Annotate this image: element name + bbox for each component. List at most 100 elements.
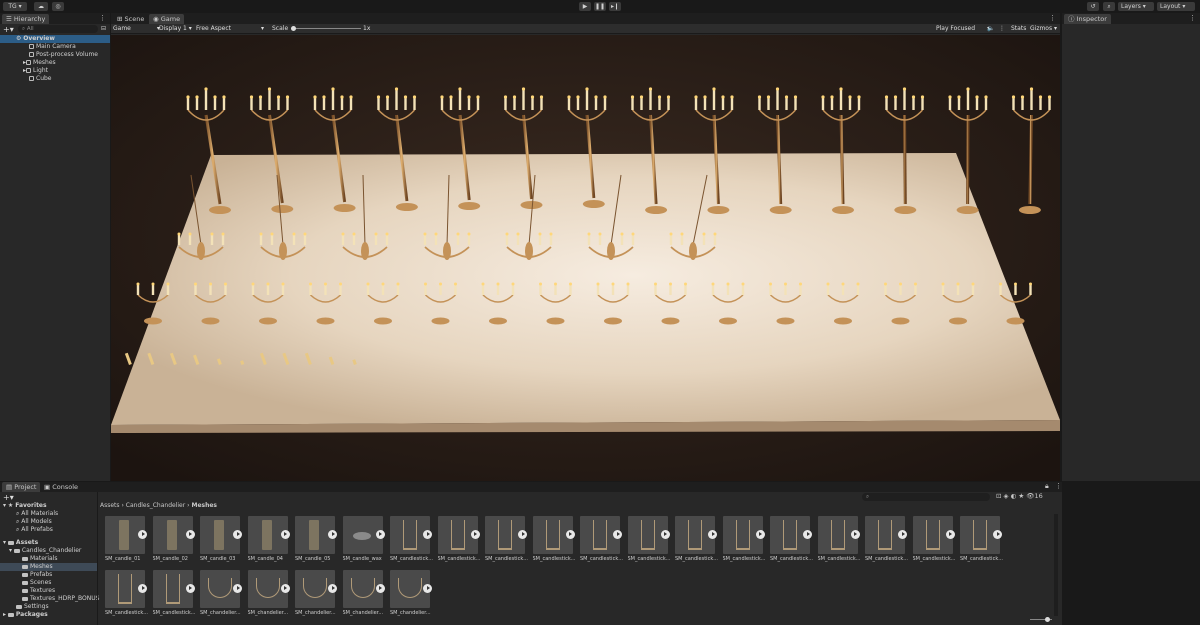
asset-tile[interactable]: SM_candlestick... [627,516,670,564]
asset-tile[interactable]: SM_candlestick... [532,516,575,564]
play-preview-icon[interactable] [565,530,575,539]
asset-tile[interactable]: SM_chandelier... [295,570,337,618]
asset-tile[interactable]: SM_candlestick... [912,516,955,564]
step-button[interactable]: ▸❙ [609,2,621,11]
star-icon[interactable]: ★ [1018,492,1024,500]
game-viewport[interactable] [111,35,1060,481]
tab-game[interactable]: ◉ Game [149,14,185,24]
tree-item-overview[interactable]: ⚙ Overview [0,35,110,43]
asset-tile[interactable]: SM_candle_02 [152,516,195,564]
tree-item-post-process[interactable]: Post-process Volume [29,51,98,59]
favorite-all-prefabs[interactable]: ⌕ All Prefabs [16,526,53,534]
play-preview-icon[interactable] [185,584,195,593]
play-preview-icon[interactable] [850,530,860,539]
tree-scenes[interactable]: Scenes [22,579,51,587]
play-preview-icon[interactable] [280,584,290,593]
scale-slider-thumb[interactable] [291,26,296,31]
asset-tile[interactable]: SM_candlestick... [770,516,813,564]
play-preview-icon[interactable] [138,530,147,539]
asset-tile[interactable]: SM_candle_03 [200,516,242,564]
tree-item-main-camera[interactable]: Main Camera [29,43,76,51]
tree-textures[interactable]: Textures [22,587,55,595]
asset-tile[interactable]: SM_candlestick... [152,570,195,618]
cloud-icon[interactable]: ☁ [34,2,48,11]
add-icon[interactable]: +▾ [3,25,14,34]
label-filter-icon[interactable]: ◈ [1004,492,1009,500]
asset-tile[interactable]: SM_candlestick... [105,570,148,618]
gizmos-dropdown[interactable]: Gizmos ▾ [1030,25,1057,33]
tree-item-light[interactable]: ▸ Light [23,67,48,75]
play-preview-icon[interactable] [280,530,290,539]
project-search-input[interactable]: ⌕ [862,493,990,501]
play-preview-icon[interactable] [138,584,147,593]
aspect-dropdown[interactable]: Free Aspect ▾ [196,25,264,33]
scale-slider[interactable] [291,26,361,31]
mute-icon[interactable]: 🔈 [987,25,994,33]
tree-candles-chandelier[interactable]: ▾ Candles_Chandelier [9,547,81,555]
search-icon[interactable]: ⌕ [1103,2,1115,11]
tab-scene[interactable]: ⊞ Scene [113,14,148,24]
asset-tile[interactable]: SM_candle_04 [247,516,290,564]
tab-hierarchy[interactable]: ☰ Hierarchy [2,14,50,24]
breadcrumb-meshes[interactable]: Meshes [191,502,217,509]
more-menu-icon[interactable]: ⋮ [99,14,106,22]
tab-inspector[interactable]: ⓘ Inspector [1064,14,1111,24]
play-preview-icon[interactable] [755,530,765,539]
asset-tile[interactable]: SM_candlestick... [390,516,433,564]
pause-button[interactable]: ❚❚ [594,2,606,11]
tree-favorites[interactable]: ▾ ★ Favorites [3,502,47,510]
asset-tile[interactable]: SM_candle_01 [105,516,147,564]
tree-item-meshes[interactable]: ▸ Meshes [23,59,56,67]
account-dropdown[interactable]: TG ▾ [3,2,27,11]
asset-tile[interactable]: SM_candlestick... [675,516,718,564]
tree-assets[interactable]: ▾ Assets [3,539,38,547]
more-menu-icon[interactable]: ⋮ [1049,14,1056,22]
play-button[interactable]: ▶ [579,2,591,11]
more-menu-icon[interactable]: ⋮ [1189,14,1196,22]
history-icon[interactable]: ↺ [1087,2,1099,11]
play-preview-icon[interactable] [328,530,337,539]
play-preview-icon[interactable] [233,530,242,539]
game-mode-dropdown[interactable]: Game ▾ [113,25,160,33]
play-preview-icon[interactable] [423,530,432,539]
settings-icon[interactable]: ⋮ [999,25,1005,33]
play-preview-icon[interactable] [375,584,385,593]
play-preview-icon[interactable] [375,530,385,539]
tree-prefabs[interactable]: Prefabs [22,571,52,579]
play-preview-icon[interactable] [328,584,337,593]
play-mode-dropdown[interactable]: Play Focused ▾ [936,25,990,33]
type-filter-icon[interactable]: ⊡ [996,492,1001,500]
play-preview-icon[interactable] [708,530,717,539]
favorite-all-models[interactable]: ⌕ All Models [16,518,52,526]
asset-tile[interactable]: SM_chandelier... [247,570,290,618]
play-preview-icon[interactable] [470,530,480,539]
asset-tile[interactable]: SM_candlestick... [865,516,908,564]
layout-dropdown[interactable]: Layout ▾ [1157,2,1195,11]
hierarchy-search-input[interactable]: ⌕ All [18,25,98,33]
play-preview-icon[interactable] [803,530,812,539]
filter-icon[interactable]: ⊟ [101,25,106,32]
asset-tile[interactable]: SM_candlestick... [437,516,480,564]
tab-console[interactable]: ▣ Console [40,482,82,492]
asset-tile[interactable]: SM_chandelier... [200,570,242,618]
layers-dropdown[interactable]: Layers ▾ [1118,2,1154,11]
icon-size-slider-thumb[interactable] [1045,617,1050,622]
icon-size-slider[interactable] [1030,617,1052,622]
asset-grid-scrollbar[interactable] [1054,514,1058,616]
asset-tile[interactable]: SM_candlestick... [485,516,528,564]
stats-button[interactable]: Stats [1011,25,1026,33]
asset-tile[interactable]: SM_candlestick... [960,516,1003,564]
asset-tile[interactable]: SM_candle_05 [295,516,337,564]
play-preview-icon[interactable] [233,584,242,593]
tree-item-cube[interactable]: Cube [29,75,52,83]
favorite-all-materials[interactable]: ⌕ All Materials [16,510,58,518]
asset-tile[interactable]: SM_candlestick... [722,516,765,564]
play-preview-icon[interactable] [518,530,527,539]
play-preview-icon[interactable] [898,530,907,539]
tab-project[interactable]: ▤ Project [2,482,41,492]
breadcrumb-candles[interactable]: Candles_Chandelier [126,502,185,509]
create-icon[interactable]: +▾ [3,493,14,502]
tree-textures-hdrp[interactable]: Textures_HDRP_BONUS [22,595,99,603]
play-preview-icon[interactable] [613,530,622,539]
lock-icon[interactable]: 🔒︎ [1045,482,1049,491]
